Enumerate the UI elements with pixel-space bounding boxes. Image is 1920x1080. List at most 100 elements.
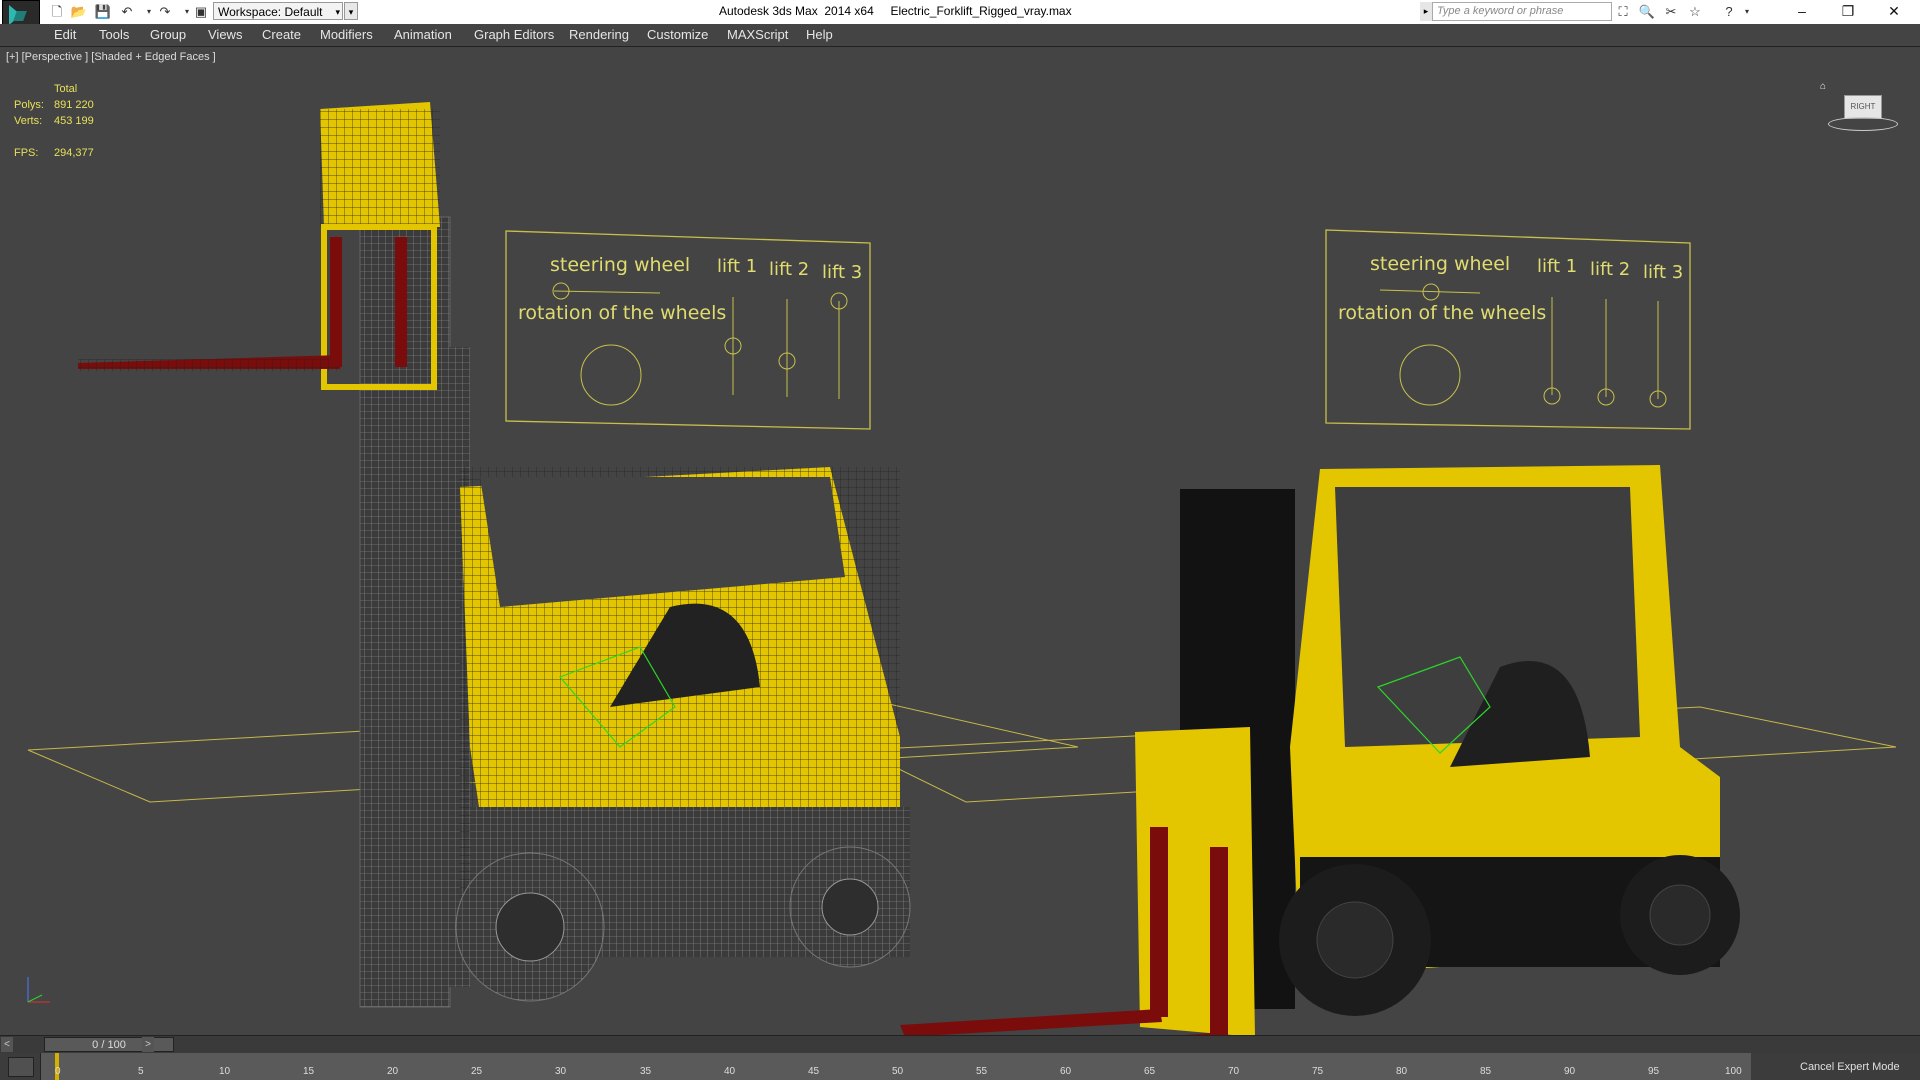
forklift-wireframe[interactable]: [78, 102, 911, 1008]
tick-label: 45: [808, 1066, 820, 1077]
window-title: Autodesk 3ds Max 2014 x64 Electric_Forkl…: [719, 4, 1072, 18]
tick-label: 60: [1060, 1066, 1072, 1077]
help-icon[interactable]: ?: [1720, 3, 1738, 21]
menu-graph-editors[interactable]: Graph Editors: [474, 27, 554, 42]
menu-views[interactable]: Views: [208, 27, 242, 42]
axis-tripod-icon: [27, 977, 50, 1003]
open-file-icon[interactable]: 📂: [70, 3, 88, 21]
time-slider[interactable]: 0 / 100: [44, 1037, 174, 1052]
menu-edit[interactable]: Edit: [54, 27, 76, 42]
polys-value: 891 220: [54, 99, 94, 111]
new-file-icon[interactable]: 🗋: [48, 3, 66, 21]
menu-modifiers[interactable]: Modifiers: [320, 27, 373, 42]
tick-label: 80: [1396, 1066, 1408, 1077]
cancel-expert-mode-button[interactable]: Cancel Expert Mode: [1800, 1061, 1900, 1073]
tick-label: 10: [219, 1066, 231, 1077]
time-next-icon[interactable]: >: [142, 1037, 154, 1052]
viewcube[interactable]: ⌂ RIGHT: [1820, 81, 1898, 137]
perspective-viewport[interactable]: steering wheel rotation of the wheels li…: [0, 47, 1920, 1035]
lift-3-label: lift 3: [822, 262, 862, 283]
rotation-wheels-label: rotation of the wheels: [518, 302, 726, 324]
menu-animation[interactable]: Animation: [394, 27, 452, 42]
tick-label: 25: [471, 1066, 483, 1077]
time-prev-icon[interactable]: <: [1, 1037, 13, 1052]
viewcube-face-right[interactable]: RIGHT: [1844, 95, 1882, 119]
save-icon[interactable]: 💾: [94, 3, 112, 21]
home-icon[interactable]: ⌂: [1820, 81, 1830, 92]
statistics-overlay: Total Polys: 891 220 Verts: 453 199 FPS: 29…: [14, 81, 94, 161]
menu-tools[interactable]: Tools: [99, 27, 129, 42]
tick-label: 55: [976, 1066, 988, 1077]
menu-rendering[interactable]: Rendering: [569, 27, 629, 42]
tick-label: 0: [55, 1066, 61, 1077]
lift-3-label: lift 3: [1643, 262, 1683, 283]
tick-label: 65: [1144, 1066, 1156, 1077]
time-slider-bar: < 0 / 100 >: [0, 1035, 1920, 1054]
track-bar-timeline[interactable]: 0 5 10 15 20 25 30 35 40 45 50 55 60 65 …: [40, 1053, 1751, 1080]
wheel-rotation-control[interactable]: [1399, 344, 1461, 406]
title-bar: 🗋 📂 💾 ↶ ▾ ↷ ▾ ▣ Workspace: Default ▾ ▾ A…: [0, 0, 1920, 34]
restore-button[interactable]: ❐: [1826, 0, 1870, 24]
fps-value: 294,377: [54, 147, 94, 159]
close-button[interactable]: ✕: [1872, 0, 1916, 24]
verts-label: Verts:: [14, 115, 43, 127]
steering-wheel-label: steering wheel: [550, 254, 690, 276]
minimize-button[interactable]: –: [1780, 0, 1824, 24]
app-name: Autodesk 3ds Max 2014 x64: [719, 4, 874, 18]
viewport-label[interactable]: [+] [Perspective ] [Shaded + Edged Faces…: [6, 51, 216, 63]
quick-access-dropdown[interactable]: ▾: [344, 2, 358, 20]
fps-label: FPS:: [14, 147, 39, 159]
rotation-wheels-label: rotation of the wheels: [1338, 302, 1546, 324]
menu-help[interactable]: Help: [806, 27, 833, 42]
tick-label: 85: [1480, 1066, 1492, 1077]
polys-label: Polys:: [14, 99, 44, 111]
search-expand-icon[interactable]: ▸: [1420, 2, 1432, 21]
menu-group[interactable]: Group: [150, 27, 186, 42]
tick-label: 50: [892, 1066, 904, 1077]
redo-icon[interactable]: ↷: [156, 3, 174, 21]
tick-label: 95: [1648, 1066, 1660, 1077]
steering-wheel-label: steering wheel: [1370, 253, 1510, 275]
tick-label: 20: [387, 1066, 399, 1077]
steering-slider-track: [553, 290, 661, 294]
binoculars-icon[interactable]: ⛶: [1614, 3, 1632, 21]
subscription-icon[interactable]: 🔍: [1638, 3, 1656, 21]
lift-2-label: lift 2: [769, 259, 809, 280]
lift-1-label: lift 1: [717, 256, 757, 277]
rig-control-panel-right[interactable]: steering wheel rotation of the wheels li…: [1325, 229, 1691, 430]
menu-maxscript[interactable]: MAXScript: [727, 27, 788, 42]
steering-slider-track: [1379, 289, 1481, 294]
tick-label: 90: [1564, 1066, 1576, 1077]
file-name: Electric_Forklift_Rigged_vray.max: [890, 4, 1072, 18]
tick-label: 40: [724, 1066, 736, 1077]
lift-2-label: lift 2: [1590, 259, 1630, 280]
undo-icon[interactable]: ↶: [118, 3, 136, 21]
tick-label: 100: [1725, 1066, 1742, 1077]
wheel-rotation-control[interactable]: [580, 344, 642, 406]
chevron-down-icon: ▾: [335, 7, 340, 17]
menu-create[interactable]: Create: [262, 27, 301, 42]
scene-view[interactable]: steering wheel rotation of the wheels li…: [0, 47, 1920, 1035]
tick-label: 5: [138, 1066, 144, 1077]
tick-label: 75: [1312, 1066, 1324, 1077]
communication-center-icon[interactable]: ✂: [1662, 3, 1680, 21]
menu-customize[interactable]: Customize: [647, 27, 708, 42]
tick-label: 30: [555, 1066, 567, 1077]
mini-curve-editor-icon[interactable]: [8, 1057, 34, 1077]
lift-1-label: lift 1: [1537, 256, 1577, 277]
help-dropdown-icon[interactable]: ▾: [1738, 3, 1756, 21]
search-input[interactable]: Type a keyword or phrase: [1432, 2, 1612, 21]
project-folder-icon[interactable]: ▣: [192, 3, 210, 21]
favorites-star-icon[interactable]: ☆: [1686, 3, 1704, 21]
workspace-label: Workspace: Default: [218, 5, 323, 19]
rig-control-panel-left[interactable]: steering wheel rotation of the wheels li…: [505, 230, 871, 430]
stats-header: Total: [54, 83, 78, 95]
menu-bar: Edit Tools Group Views Create Modifiers …: [0, 24, 1920, 47]
viewcube-compass-ring[interactable]: [1828, 117, 1898, 131]
workspace-dropdown[interactable]: Workspace: Default ▾: [213, 2, 343, 20]
track-bar: 0 5 10 15 20 25 30 35 40 45 50 55 60 65 …: [0, 1053, 1920, 1080]
tick-label: 70: [1228, 1066, 1240, 1077]
verts-value: 453 199: [54, 115, 94, 127]
tick-label: 35: [640, 1066, 652, 1077]
tick-label: 15: [303, 1066, 315, 1077]
